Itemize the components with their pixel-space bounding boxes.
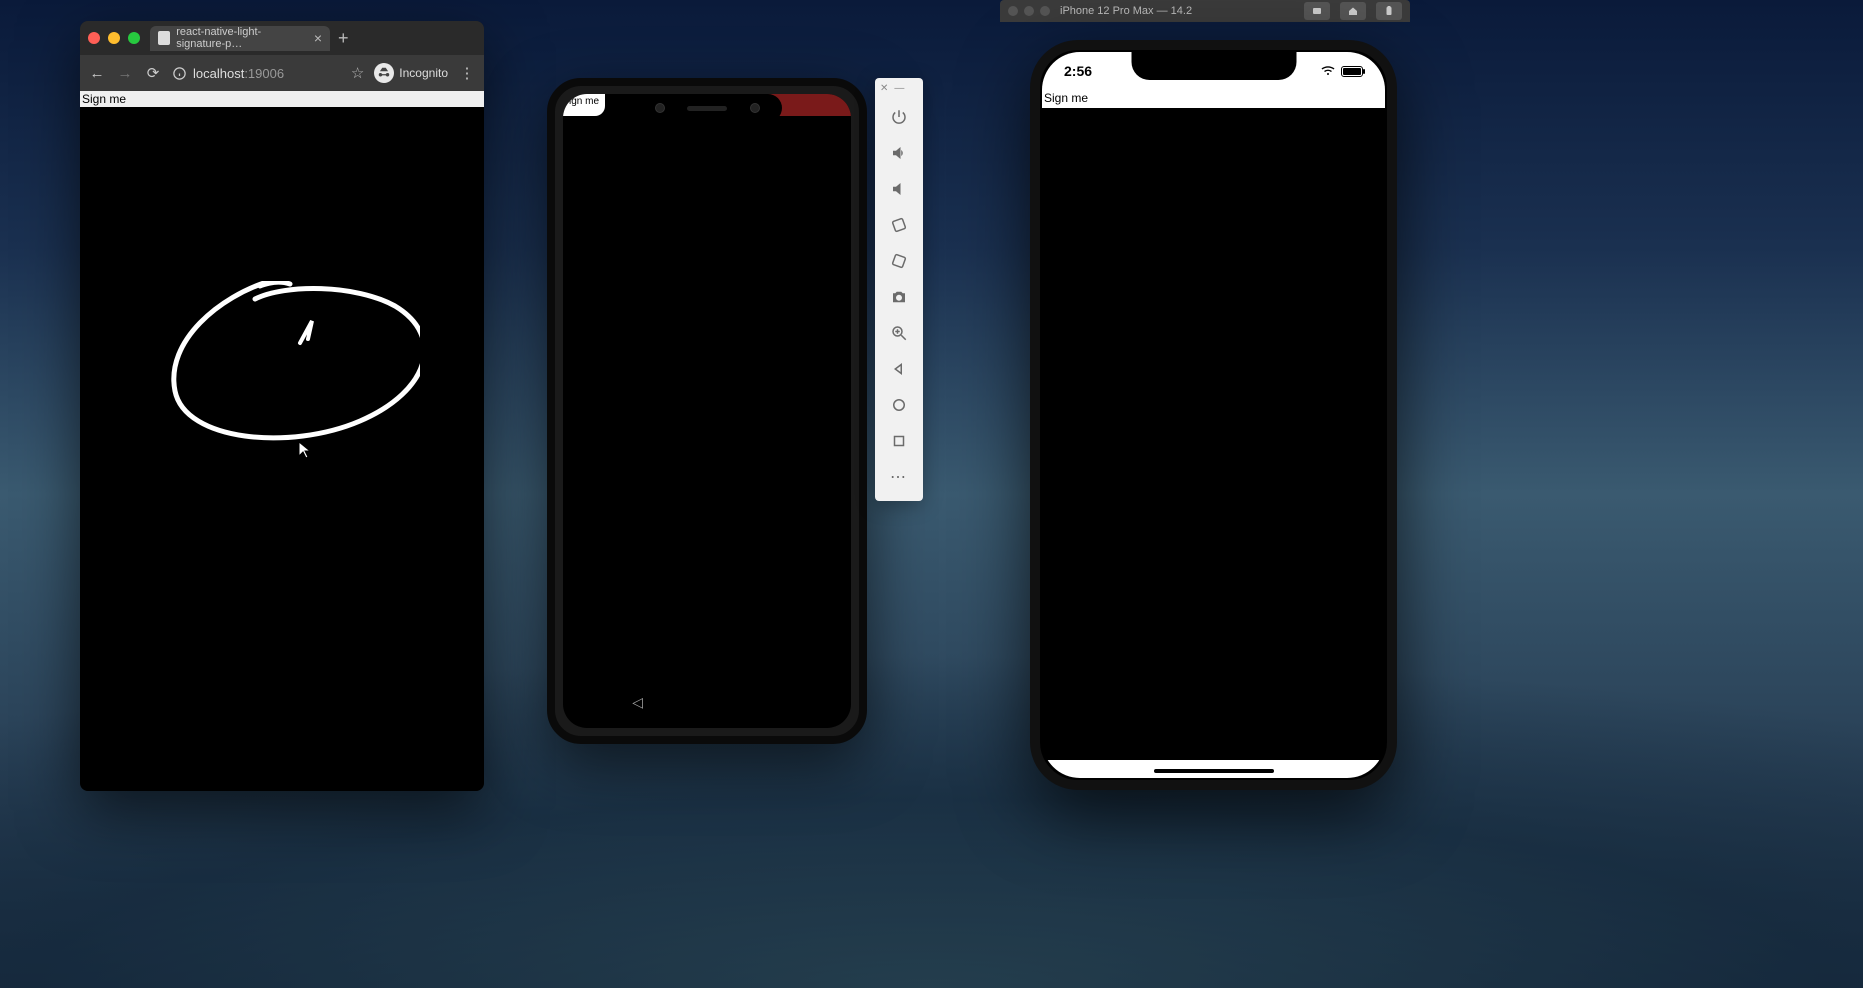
browser-tab[interactable]: react-native-light-signature-p… ×	[150, 26, 330, 51]
sim-minimize-button[interactable]	[1024, 6, 1034, 16]
url-text: localhost:19006	[193, 66, 284, 81]
sim-zoom-button[interactable]	[1040, 6, 1050, 16]
iphone-notch	[1131, 52, 1296, 80]
ios-simulator-titlebar: iPhone 12 Pro Max — 14.2	[1000, 0, 1410, 22]
android-screen[interactable]: ign me ◁	[563, 94, 851, 728]
battery-icon	[1341, 66, 1363, 77]
iphone-screen[interactable]: 2:56 Sign me	[1042, 52, 1385, 778]
window-controls	[88, 32, 140, 44]
ios-clock: 2:56	[1064, 63, 1092, 79]
browser-viewport[interactable]: Sign me	[80, 91, 484, 791]
incognito-indicator: Incognito	[374, 63, 448, 83]
earpiece-icon	[687, 106, 727, 111]
android-notch	[632, 94, 782, 122]
reload-button[interactable]: ⟳	[144, 64, 162, 82]
close-window-button[interactable]	[88, 32, 100, 44]
browser-toolbar: ← → ⟳ localhost:19006 ☆ Incognito ⋮	[80, 55, 484, 91]
sim-clipboard-button[interactable]	[1376, 2, 1402, 20]
ios-home-area	[1042, 760, 1385, 778]
bookmark-star-icon[interactable]: ☆	[351, 64, 364, 82]
sign-me-label: Sign me	[1042, 90, 1385, 108]
ios-simulator: 2:56 Sign me	[1030, 40, 1397, 790]
sim-close-button[interactable]	[1008, 6, 1018, 16]
sim-title: iPhone 12 Pro Max — 14.2	[1060, 5, 1294, 17]
sim-home-button[interactable]	[1340, 2, 1366, 20]
emulator-controls-panel: ✕ — ⋯	[875, 78, 923, 501]
maximize-window-button[interactable]	[128, 32, 140, 44]
sim-screenshot-button[interactable]	[1304, 2, 1330, 20]
home-indicator[interactable]	[1154, 769, 1274, 773]
power-button[interactable]	[875, 99, 923, 135]
browser-tab-bar: react-native-light-signature-p… × +	[80, 21, 484, 55]
minimize-window-button[interactable]	[108, 32, 120, 44]
address-bar[interactable]: localhost:19006 ☆	[172, 64, 364, 82]
tab-close-icon[interactable]: ×	[314, 30, 322, 46]
signature-drawing	[160, 281, 420, 471]
tab-favicon	[158, 31, 170, 45]
incognito-icon	[374, 63, 394, 83]
sign-me-label: Sign me	[80, 91, 484, 107]
emu-home-button[interactable]	[875, 387, 923, 423]
forward-button[interactable]: →	[116, 65, 134, 82]
emulator-minimize-button[interactable]: —	[894, 83, 904, 94]
zoom-button[interactable]	[875, 315, 923, 351]
wifi-icon	[1320, 63, 1336, 79]
cursor-icon	[298, 441, 312, 459]
android-nav-bar: ◁	[563, 684, 851, 720]
incognito-label: Incognito	[399, 66, 448, 80]
iphone-side-button[interactable]	[1387, 200, 1391, 280]
screenshot-button[interactable]	[875, 279, 923, 315]
new-tab-button[interactable]: +	[338, 28, 349, 49]
menu-icon[interactable]: ⋮	[458, 64, 476, 82]
back-button[interactable]: ←	[88, 65, 106, 82]
tab-title: react-native-light-signature-p…	[176, 26, 308, 50]
iphone-frame: 2:56 Sign me	[1030, 40, 1397, 790]
chrome-window: react-native-light-signature-p… × + ← → …	[80, 21, 484, 791]
android-emulator: ign me ◁	[547, 78, 867, 744]
volume-up-button[interactable]	[875, 135, 923, 171]
rotate-right-button[interactable]	[875, 243, 923, 279]
android-back-button[interactable]: ◁	[632, 694, 643, 711]
volume-down-button[interactable]	[875, 171, 923, 207]
front-camera-icon	[750, 103, 760, 113]
emu-back-button[interactable]	[875, 351, 923, 387]
sign-me-label: ign me	[563, 94, 605, 116]
front-camera-icon	[655, 103, 665, 113]
android-frame: ign me ◁	[547, 78, 867, 744]
emu-overview-button[interactable]	[875, 423, 923, 459]
info-icon	[172, 66, 187, 81]
emu-more-button[interactable]: ⋯	[875, 459, 923, 495]
emulator-close-button[interactable]: ✕	[880, 83, 888, 94]
signature-canvas[interactable]	[1042, 108, 1385, 760]
rotate-left-button[interactable]	[875, 207, 923, 243]
